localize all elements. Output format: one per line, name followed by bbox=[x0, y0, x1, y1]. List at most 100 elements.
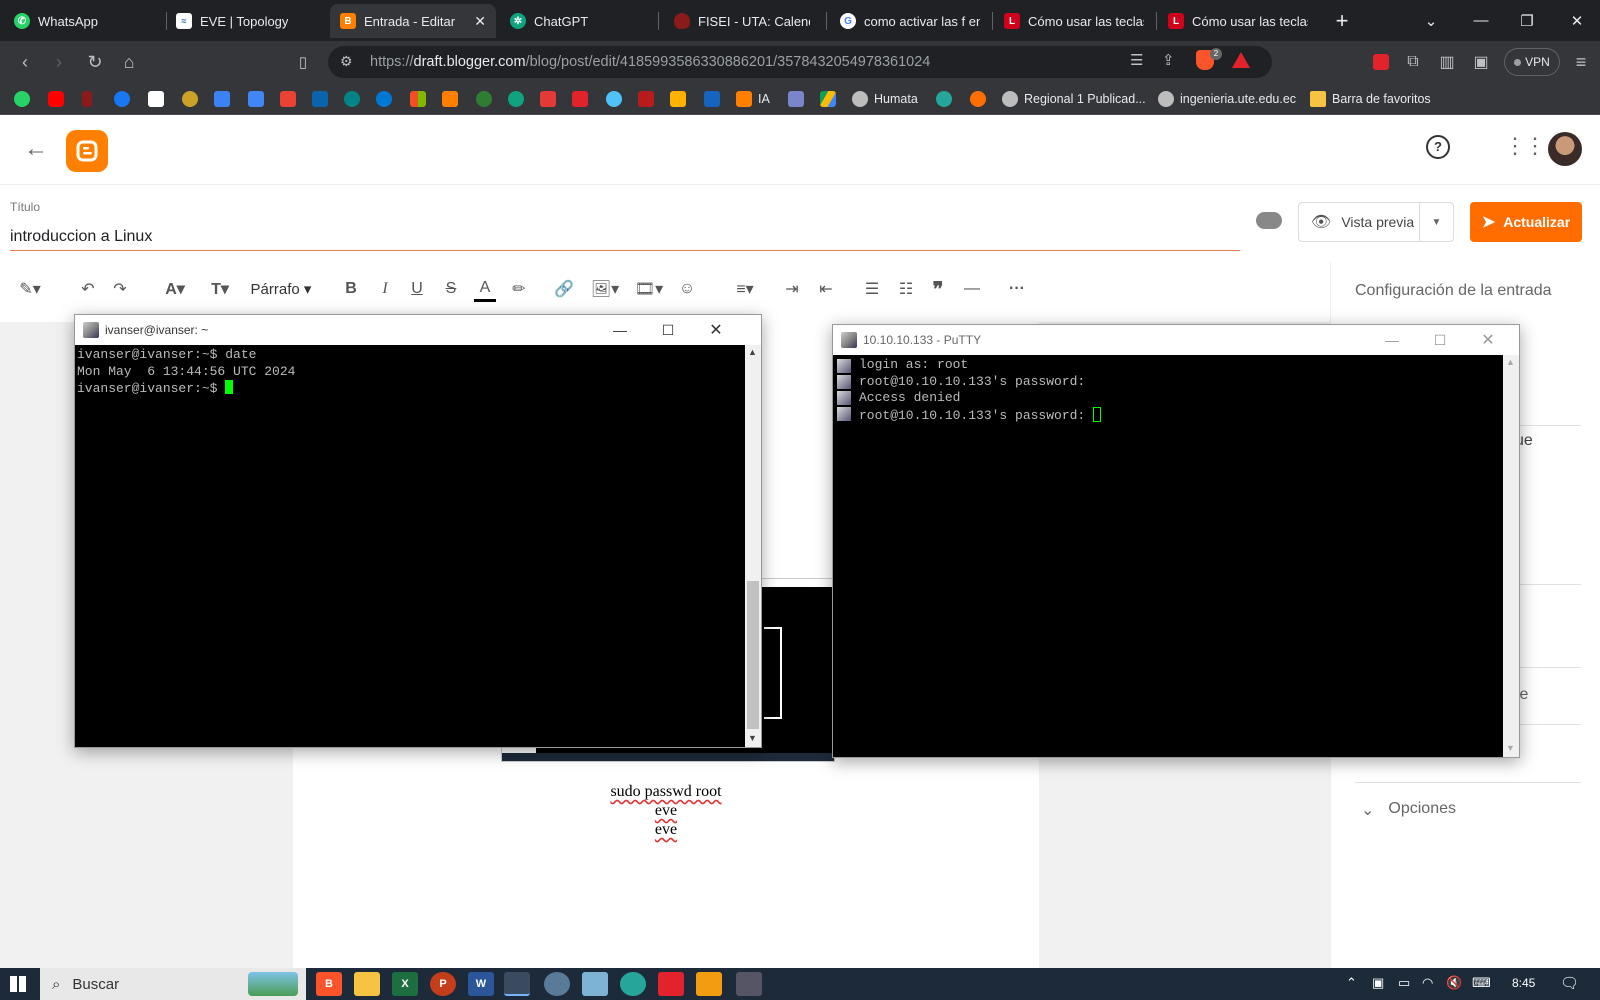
keyboard-icon[interactable]: ⌨ bbox=[1472, 975, 1491, 991]
extensions-puzzle-icon[interactable]: ⧉ bbox=[1398, 41, 1428, 83]
wifi-icon[interactable]: ◠ bbox=[1422, 975, 1433, 991]
bookmark-humata[interactable]: Humata bbox=[852, 90, 918, 108]
bold-icon[interactable]: B bbox=[340, 276, 362, 302]
strikethrough-icon[interactable]: S bbox=[440, 276, 462, 302]
terminal-output[interactable]: ivanser@ivanser:~$ date Mon May 6 13:44:5… bbox=[75, 345, 745, 747]
terminal-scrollbar[interactable]: ▲ ▼ bbox=[745, 345, 761, 747]
maximize-button[interactable]: ☐ bbox=[645, 315, 691, 345]
bookmark-ia[interactable]: IA bbox=[736, 90, 770, 108]
flash-icon[interactable] bbox=[214, 91, 230, 107]
reader-mode-icon[interactable]: ☰ bbox=[1130, 51, 1143, 69]
eve-icon[interactable] bbox=[148, 91, 164, 107]
image-icon[interactable] bbox=[670, 91, 686, 107]
notifications-icon[interactable]: 🗨 bbox=[1560, 974, 1579, 992]
reload-icon[interactable]: ↻ bbox=[80, 41, 110, 83]
redo-icon[interactable]: ↷ bbox=[108, 276, 132, 302]
sharepoint-icon[interactable] bbox=[344, 91, 360, 107]
diamond-icon[interactable] bbox=[704, 91, 720, 107]
text-color-icon[interactable]: A bbox=[474, 276, 496, 302]
tab-teclas-2[interactable]: L Cómo usar las teclas bbox=[1158, 4, 1318, 38]
windows-start-icon[interactable] bbox=[10, 976, 26, 992]
symbolab-icon[interactable] bbox=[572, 91, 588, 107]
vpn-button[interactable]: VPN bbox=[1504, 48, 1560, 76]
underline-icon[interactable]: U bbox=[406, 276, 428, 302]
more-options-icon[interactable]: ··· bbox=[1004, 276, 1030, 302]
back-icon[interactable]: ‹ bbox=[10, 41, 40, 83]
quote-icon[interactable]: ❞ bbox=[926, 276, 950, 302]
scrollbar-thumb[interactable] bbox=[747, 581, 759, 729]
font-size-icon[interactable]: T▾ bbox=[204, 276, 236, 302]
image-insert-icon[interactable]: 🖼▾ bbox=[590, 276, 620, 302]
update-button[interactable]: ➤ Actualizar bbox=[1470, 202, 1582, 242]
tab-chatgpt[interactable]: ✲ ChatGPT bbox=[500, 4, 652, 38]
scroll-up-icon[interactable]: ▲ bbox=[748, 347, 757, 357]
chatgpt-icon[interactable] bbox=[508, 91, 524, 107]
excel-icon[interactable]: X bbox=[392, 972, 418, 996]
terminal-window[interactable]: ivanser@ivanser: ~ — ☐ ✕ ivanser@ivanser… bbox=[74, 314, 762, 748]
scroll-up-icon[interactable]: ▲ bbox=[1506, 357, 1515, 367]
minimize-button[interactable]: — bbox=[1458, 0, 1504, 41]
putty-output[interactable]: login as: root root@10.10.10.133's passwo… bbox=[833, 355, 1503, 757]
putty-window[interactable]: 10.10.10.133 - PuTTY — ☐ ✕ login as: roo… bbox=[832, 324, 1520, 758]
taskbar-search[interactable]: ⌕ Buscar bbox=[40, 968, 306, 1000]
translate-icon[interactable] bbox=[248, 91, 264, 107]
chat-app-icon[interactable] bbox=[620, 972, 646, 996]
highlight-icon[interactable]: ✏ bbox=[508, 276, 530, 302]
facebook-icon[interactable] bbox=[114, 91, 130, 107]
preview-dropdown-icon[interactable]: ▼ bbox=[1419, 203, 1453, 241]
youtube-icon[interactable] bbox=[48, 91, 64, 107]
onedrive-icon[interactable] bbox=[376, 91, 392, 107]
emoji-icon[interactable]: ☺ bbox=[676, 276, 698, 302]
sci-hub-icon[interactable] bbox=[638, 91, 654, 107]
minimize-button[interactable]: — bbox=[597, 315, 643, 345]
restore-button[interactable]: ❐ bbox=[1504, 0, 1550, 41]
wallet-icon[interactable]: ▣ bbox=[1466, 41, 1496, 83]
new-tab-button[interactable]: + bbox=[1320, 0, 1364, 41]
share-icon[interactable]: ⇪ bbox=[1162, 51, 1175, 69]
scroll-down-icon[interactable]: ▼ bbox=[748, 733, 757, 743]
brave-rewards-icon[interactable] bbox=[1232, 52, 1250, 68]
tab-whatsapp[interactable]: ✆ WhatsApp bbox=[4, 4, 164, 38]
italic-icon[interactable]: I bbox=[374, 276, 396, 302]
teal-app-icon[interactable] bbox=[936, 91, 952, 107]
pen-mode-icon[interactable]: ✎▾ bbox=[12, 276, 48, 302]
post-title-input[interactable]: introduccion a Linux bbox=[10, 228, 152, 246]
putty-scrollbar[interactable]: ▲ ▼ bbox=[1503, 355, 1519, 757]
green-app-icon[interactable] bbox=[476, 91, 492, 107]
tab-fisei-uta[interactable]: FISEI - UTA: Calendar bbox=[664, 4, 820, 38]
bookmark-regional[interactable]: Regional 1 Publicad... bbox=[1002, 90, 1146, 108]
undo-icon[interactable]: ↶ bbox=[76, 276, 100, 302]
menu-icon[interactable]: ≡ bbox=[1566, 41, 1596, 83]
bookmark-folder[interactable]: Barra de favoritos bbox=[1310, 90, 1431, 108]
drive-icon[interactable] bbox=[820, 91, 836, 107]
word-icon[interactable]: W bbox=[468, 972, 494, 996]
maximize-button[interactable]: ☐ bbox=[1417, 325, 1463, 355]
close-tab-icon[interactable]: ✕ bbox=[474, 13, 486, 30]
battery-icon[interactable]: ▭ bbox=[1398, 975, 1410, 991]
gmail-icon[interactable] bbox=[280, 91, 296, 107]
forward-icon[interactable]: › bbox=[44, 41, 74, 83]
seal-icon[interactable] bbox=[182, 91, 198, 107]
font-icon[interactable]: A▾ bbox=[158, 276, 192, 302]
close-button[interactable]: ✕ bbox=[693, 315, 739, 345]
powerpoint-icon[interactable]: P bbox=[430, 972, 456, 996]
sidebar-toggle-icon[interactable]: ▥ bbox=[1432, 41, 1462, 83]
game-app-icon[interactable] bbox=[736, 972, 762, 996]
cloud-icon[interactable] bbox=[606, 91, 622, 107]
tab-google-search[interactable]: G como activar las f en bbox=[830, 4, 990, 38]
extension-red-icon[interactable] bbox=[1366, 41, 1396, 83]
link-icon[interactable]: 🔗 bbox=[552, 276, 576, 302]
volume-icon[interactable]: 🔇 bbox=[1446, 975, 1462, 991]
home-icon[interactable]: ⌂ bbox=[114, 41, 144, 83]
vm-app-icon[interactable] bbox=[582, 972, 608, 996]
virtualbox-icon[interactable] bbox=[696, 972, 722, 996]
address-bar[interactable]: ⚙ https://draft.blogger.com/blog/post/ed… bbox=[328, 46, 1272, 78]
avatar[interactable] bbox=[1548, 132, 1582, 166]
site-settings-icon[interactable]: ⚙ bbox=[340, 53, 353, 70]
tab-search-chevron-icon[interactable]: ⌄ bbox=[1408, 0, 1454, 41]
align-icon[interactable]: ≡▾ bbox=[728, 276, 762, 302]
microsoft-icon[interactable] bbox=[410, 91, 426, 107]
red-app-icon[interactable] bbox=[658, 972, 684, 996]
tab-entrada-editar[interactable]: B Entrada - Editar ✕ bbox=[330, 4, 496, 38]
scroll-down-icon[interactable]: ▼ bbox=[1506, 743, 1515, 753]
